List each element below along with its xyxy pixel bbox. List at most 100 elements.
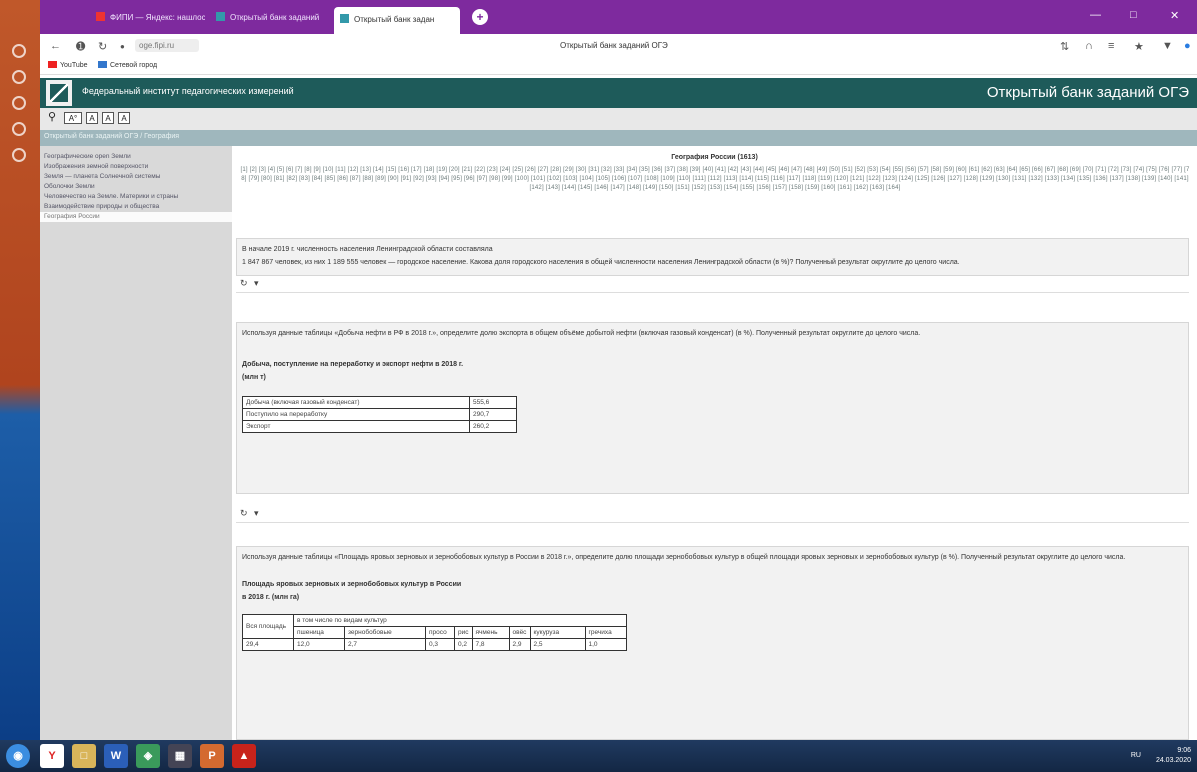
rotate-icon[interactable]: ↻ — [240, 508, 248, 519]
font-large-button[interactable]: A — [118, 112, 130, 124]
topic-title: География России (1613) — [671, 154, 758, 161]
question-card-3: Используя данные таблицы «Площадь яровых… — [236, 546, 1189, 740]
bookmark-icon[interactable]: ★ — [1134, 40, 1144, 53]
table-header-cell: зернобобовые — [344, 626, 426, 639]
font-size-button[interactable]: A° — [64, 112, 82, 124]
table-subtitle: в 2018 г. (млн га) — [242, 594, 300, 601]
sidebar-icon-5[interactable] — [12, 148, 26, 162]
powerpoint-icon[interactable]: P — [200, 744, 224, 768]
tab-fipi-1[interactable]: Открытый банк заданий — [210, 9, 325, 27]
forward-icon[interactable]: ➊ — [76, 40, 85, 53]
start-icon[interactable]: ◉ — [6, 744, 30, 768]
question-text: 1 847 867 человек, из них 1 189 555 чело… — [242, 259, 960, 266]
bookmark-network-city[interactable]: Сетевой город — [98, 61, 157, 69]
bookmark-label: Сетевой город — [110, 62, 158, 69]
url-field[interactable]: oge.fipi.ru — [135, 39, 199, 52]
taskbar: ◉ Y □ W ◈ ▦ P ▲ RU 9:06 24.03.2020 — [0, 740, 1197, 772]
sidebar-item-earth-planet[interactable]: Земля — планета Солнечной системы — [40, 172, 232, 182]
profile-icon[interactable]: ● — [1184, 40, 1191, 52]
tab-label: Открытый банк заданий — [230, 13, 320, 22]
back-icon[interactable]: ← — [50, 40, 61, 52]
table-header-cell: ячмень — [471, 626, 510, 639]
fipi-logo — [46, 80, 72, 106]
table-header-cell: кукуруза — [529, 626, 586, 639]
bank-name[interactable]: Открытый банк заданий ОГЭ — [987, 84, 1189, 101]
sidebar-item-humanity[interactable]: Человечество на Земле. Материки и страны — [40, 192, 232, 202]
table-cell: 0,3 — [425, 638, 455, 651]
pdf-reader-icon[interactable]: ▲ — [232, 744, 256, 768]
site-header: Федеральный институт педагогических изме… — [40, 78, 1197, 108]
search-icon[interactable]: ⚲ — [46, 112, 58, 124]
network-icon — [98, 61, 107, 68]
table-cell: 1,0 — [584, 638, 627, 651]
reload-icon[interactable]: ↻ — [98, 40, 107, 53]
font-small-button[interactable]: A — [86, 112, 98, 124]
tab-yandex[interactable]: ФИПИ — Яндекс: нашлось — [90, 9, 205, 27]
new-tab-button[interactable]: + — [472, 9, 488, 25]
maximize-icon[interactable]: □ — [1130, 9, 1137, 21]
table-header-cell: гречиха — [584, 626, 627, 639]
question-text: Используя данные таблицы «Площадь яровых… — [242, 554, 1126, 561]
table-row: пшеница зернобобовые просо рис ячмень ов… — [243, 626, 627, 639]
sidebar-item-nature-society[interactable]: Взаимодействие природы и общества — [40, 202, 232, 212]
clock-date: 24.03.2020 — [1155, 757, 1191, 764]
clock[interactable]: 9:06 24.03.2020 — [1156, 746, 1191, 766]
table-header-cell: рис — [454, 626, 473, 639]
question-text: Используя данные таблицы «Добыча нефти в… — [242, 330, 921, 337]
question-text: В начале 2019 г. численность населения Л… — [242, 246, 493, 253]
question-card-1: В начале 2019 г. численность населения Л… — [236, 238, 1189, 276]
reader-icon[interactable]: ∩ — [1085, 40, 1093, 52]
table-cell: Поступило на переработку — [242, 408, 470, 421]
yandex-browser-icon[interactable]: Y — [40, 744, 64, 768]
sidebar-item-geo-models[interactable]: Географические open Земли — [40, 152, 232, 162]
table-cell: 0,2 — [454, 638, 473, 651]
minimize-icon[interactable]: — — [1090, 9, 1101, 21]
fipi-icon — [340, 14, 349, 23]
downloads-icon[interactable]: ▼ — [1162, 40, 1173, 52]
translate-icon[interactable]: ⇅ — [1060, 40, 1069, 53]
paint-icon[interactable]: ◈ — [136, 744, 160, 768]
tab-strip: ФИПИ — Яндекс: нашлось Открытый банк зад… — [40, 0, 1197, 34]
pin-icon[interactable]: ▾ — [254, 508, 259, 519]
bookmarks-bar: YouTube Сетевой город — [40, 58, 1197, 75]
folder-icon[interactable]: □ — [72, 744, 96, 768]
pin-icon[interactable]: ▾ — [254, 278, 259, 289]
table-cell: 290,7 — [469, 408, 517, 421]
breadcrumb[interactable]: Открытый банк заданий ОГЭ / География — [44, 133, 179, 140]
table-cell: 12,0 — [293, 638, 345, 651]
sidebar-icon-4[interactable] — [12, 122, 26, 136]
bookmark-youtube[interactable]: YouTube — [48, 61, 88, 69]
tab-fipi-active[interactable]: Открытый банк задан — [334, 7, 460, 34]
sidebar-icon-1[interactable] — [12, 44, 26, 58]
table-header-cell: просо — [425, 626, 455, 639]
sidebar-icon-2[interactable] — [12, 70, 26, 84]
browser-window: ФИПИ — Яндекс: нашлось Открытый банк зад… — [40, 0, 1197, 740]
table-row: 29,4 12,0 2,7 0,3 0,2 7,8 2,9 2,5 1,0 — [242, 638, 627, 651]
topic-sidebar: Географические open Земли Изображения зе… — [40, 146, 232, 740]
table-header-cell: пшеница — [293, 626, 345, 639]
table-header-cell: в том числе по видам культур — [293, 614, 627, 627]
rotate-icon[interactable]: ↻ — [240, 278, 248, 289]
language-indicator[interactable]: RU — [1131, 752, 1141, 759]
address-bar: ← ➊ ↻ ● oge.fipi.ru Открытый банк задани… — [40, 34, 1197, 58]
breadcrumb-bar: Открытый банк заданий ОГЭ / География — [40, 130, 1197, 146]
sidebar-item-russia[interactable]: География России — [40, 212, 232, 222]
site-toolbar: ⚲ A° A A A — [40, 108, 1197, 130]
sidebar-item-shells[interactable]: Оболочки Земли — [40, 182, 232, 192]
calculator-icon[interactable]: ▦ — [168, 744, 192, 768]
clock-time: 9:06 — [1177, 747, 1191, 754]
pagination[interactable]: [1] [2] [3] [4] [5] [6] [7] [8] [9] [10]… — [240, 166, 1190, 193]
youtube-icon — [48, 61, 57, 68]
table-row: Вся площадь в том числе по видам культур — [242, 614, 627, 639]
tab-label: Открытый банк задан — [354, 15, 435, 24]
table-title: Площадь яровых зерновых и зернобобовых к… — [242, 581, 462, 588]
font-medium-button[interactable]: A — [102, 112, 114, 124]
sidebar-icon-3[interactable] — [12, 96, 26, 110]
table-cell: 2,7 — [344, 638, 426, 651]
crops-table: Вся площадь в том числе по видам культур… — [242, 614, 627, 651]
menu-icon[interactable]: ≡ — [1108, 40, 1114, 52]
word-icon[interactable]: W — [104, 744, 128, 768]
close-icon[interactable]: ✕ — [1170, 9, 1179, 22]
sidebar-item-images[interactable]: Изображения земной поверхности — [40, 162, 232, 172]
tab-label: ФИПИ — Яндекс: нашлось — [110, 13, 205, 22]
